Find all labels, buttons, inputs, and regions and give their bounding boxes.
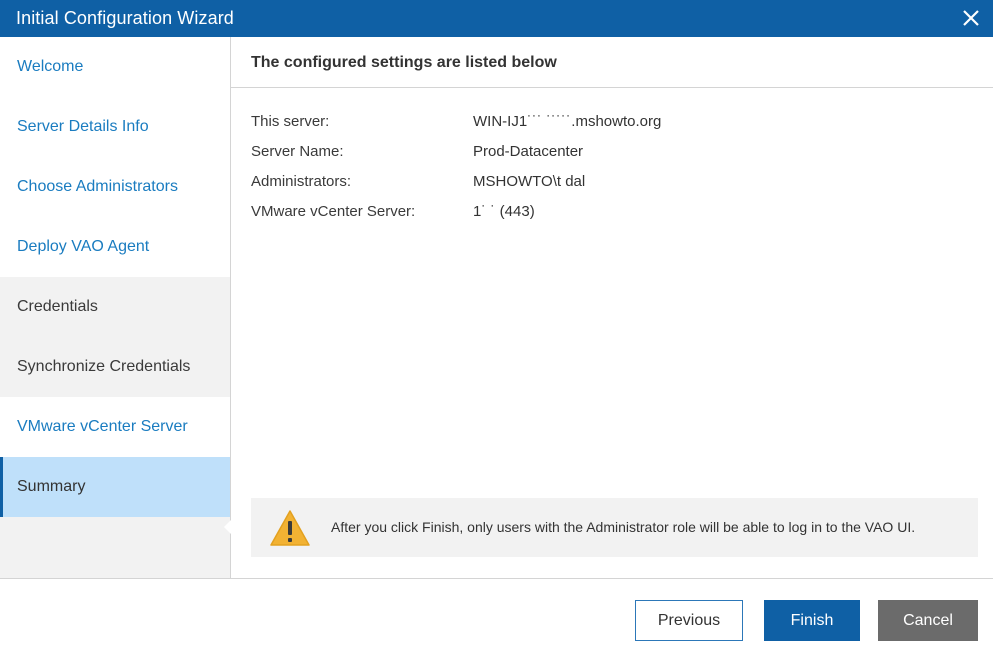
step-label: Welcome xyxy=(17,58,84,75)
window-title: Initial Configuration Wizard xyxy=(16,8,234,28)
main-content: The configured settings are listed below… xyxy=(231,37,993,578)
cancel-button[interactable]: Cancel xyxy=(878,600,978,641)
step-summary[interactable]: Summary xyxy=(0,457,230,517)
step-welcome[interactable]: Welcome xyxy=(0,37,230,97)
step-credentials[interactable]: Credentials xyxy=(0,277,230,337)
summary-row-administrators: Administrators: MSHOWTO\t dal xyxy=(251,173,661,203)
finish-button[interactable]: Finish xyxy=(764,600,860,641)
warning-banner: After you click Finish, only users with … xyxy=(251,498,978,557)
step-label: Deploy VAO Agent xyxy=(17,238,150,255)
close-icon[interactable] xyxy=(959,6,983,30)
content-header: The configured settings are listed below xyxy=(231,37,993,88)
summary-value: MSHOWTO\t dal xyxy=(473,173,586,190)
summary-label: This server: xyxy=(251,113,330,130)
title-bar: Initial Configuration Wizard xyxy=(0,0,993,37)
settings-summary: This server: WIN-IJ1˙˙˙ ˙˙˙˙˙.mshowto.or… xyxy=(251,113,661,233)
summary-value: WIN-IJ1˙˙˙ ˙˙˙˙˙.mshowto.org xyxy=(473,113,662,130)
step-label: Credentials xyxy=(17,298,98,315)
previous-button[interactable]: Previous xyxy=(635,600,743,641)
step-label: Synchronize Credentials xyxy=(17,358,191,375)
step-label: Summary xyxy=(17,478,86,495)
summary-label: Server Name: xyxy=(251,143,344,160)
page-heading: The configured settings are listed below xyxy=(251,54,557,71)
step-choose-administrators[interactable]: Choose Administrators xyxy=(0,157,230,217)
step-server-details-info[interactable]: Server Details Info xyxy=(0,97,230,157)
warning-icon xyxy=(270,509,310,546)
summary-row-server-name: Server Name: Prod-Datacenter xyxy=(251,143,661,173)
step-deploy-vao-agent[interactable]: Deploy VAO Agent xyxy=(0,217,230,277)
wizard-steps-sidebar: Welcome Server Details Info Choose Admin… xyxy=(0,37,232,578)
summary-value: 1˙ ˙ (443) xyxy=(473,203,535,220)
step-vmware-vcenter-server[interactable]: VMware vCenter Server xyxy=(0,397,230,457)
step-label: VMware vCenter Server xyxy=(17,418,188,435)
step-synchronize-credentials[interactable]: Synchronize Credentials xyxy=(0,337,230,397)
summary-value: Prod-Datacenter xyxy=(473,143,584,160)
summary-row-vcenter-server: VMware vCenter Server: 1˙ ˙ (443) xyxy=(251,203,661,233)
summary-label: Administrators: xyxy=(251,173,352,190)
warning-text: After you click Finish, only users with … xyxy=(331,519,916,535)
step-label: Server Details Info xyxy=(17,118,149,135)
step-label: Choose Administrators xyxy=(17,178,178,195)
summary-label: VMware vCenter Server: xyxy=(251,203,416,220)
dialog-footer: Previous Finish Cancel xyxy=(0,578,993,648)
summary-row-this-server: This server: WIN-IJ1˙˙˙ ˙˙˙˙˙.mshowto.or… xyxy=(251,113,661,143)
